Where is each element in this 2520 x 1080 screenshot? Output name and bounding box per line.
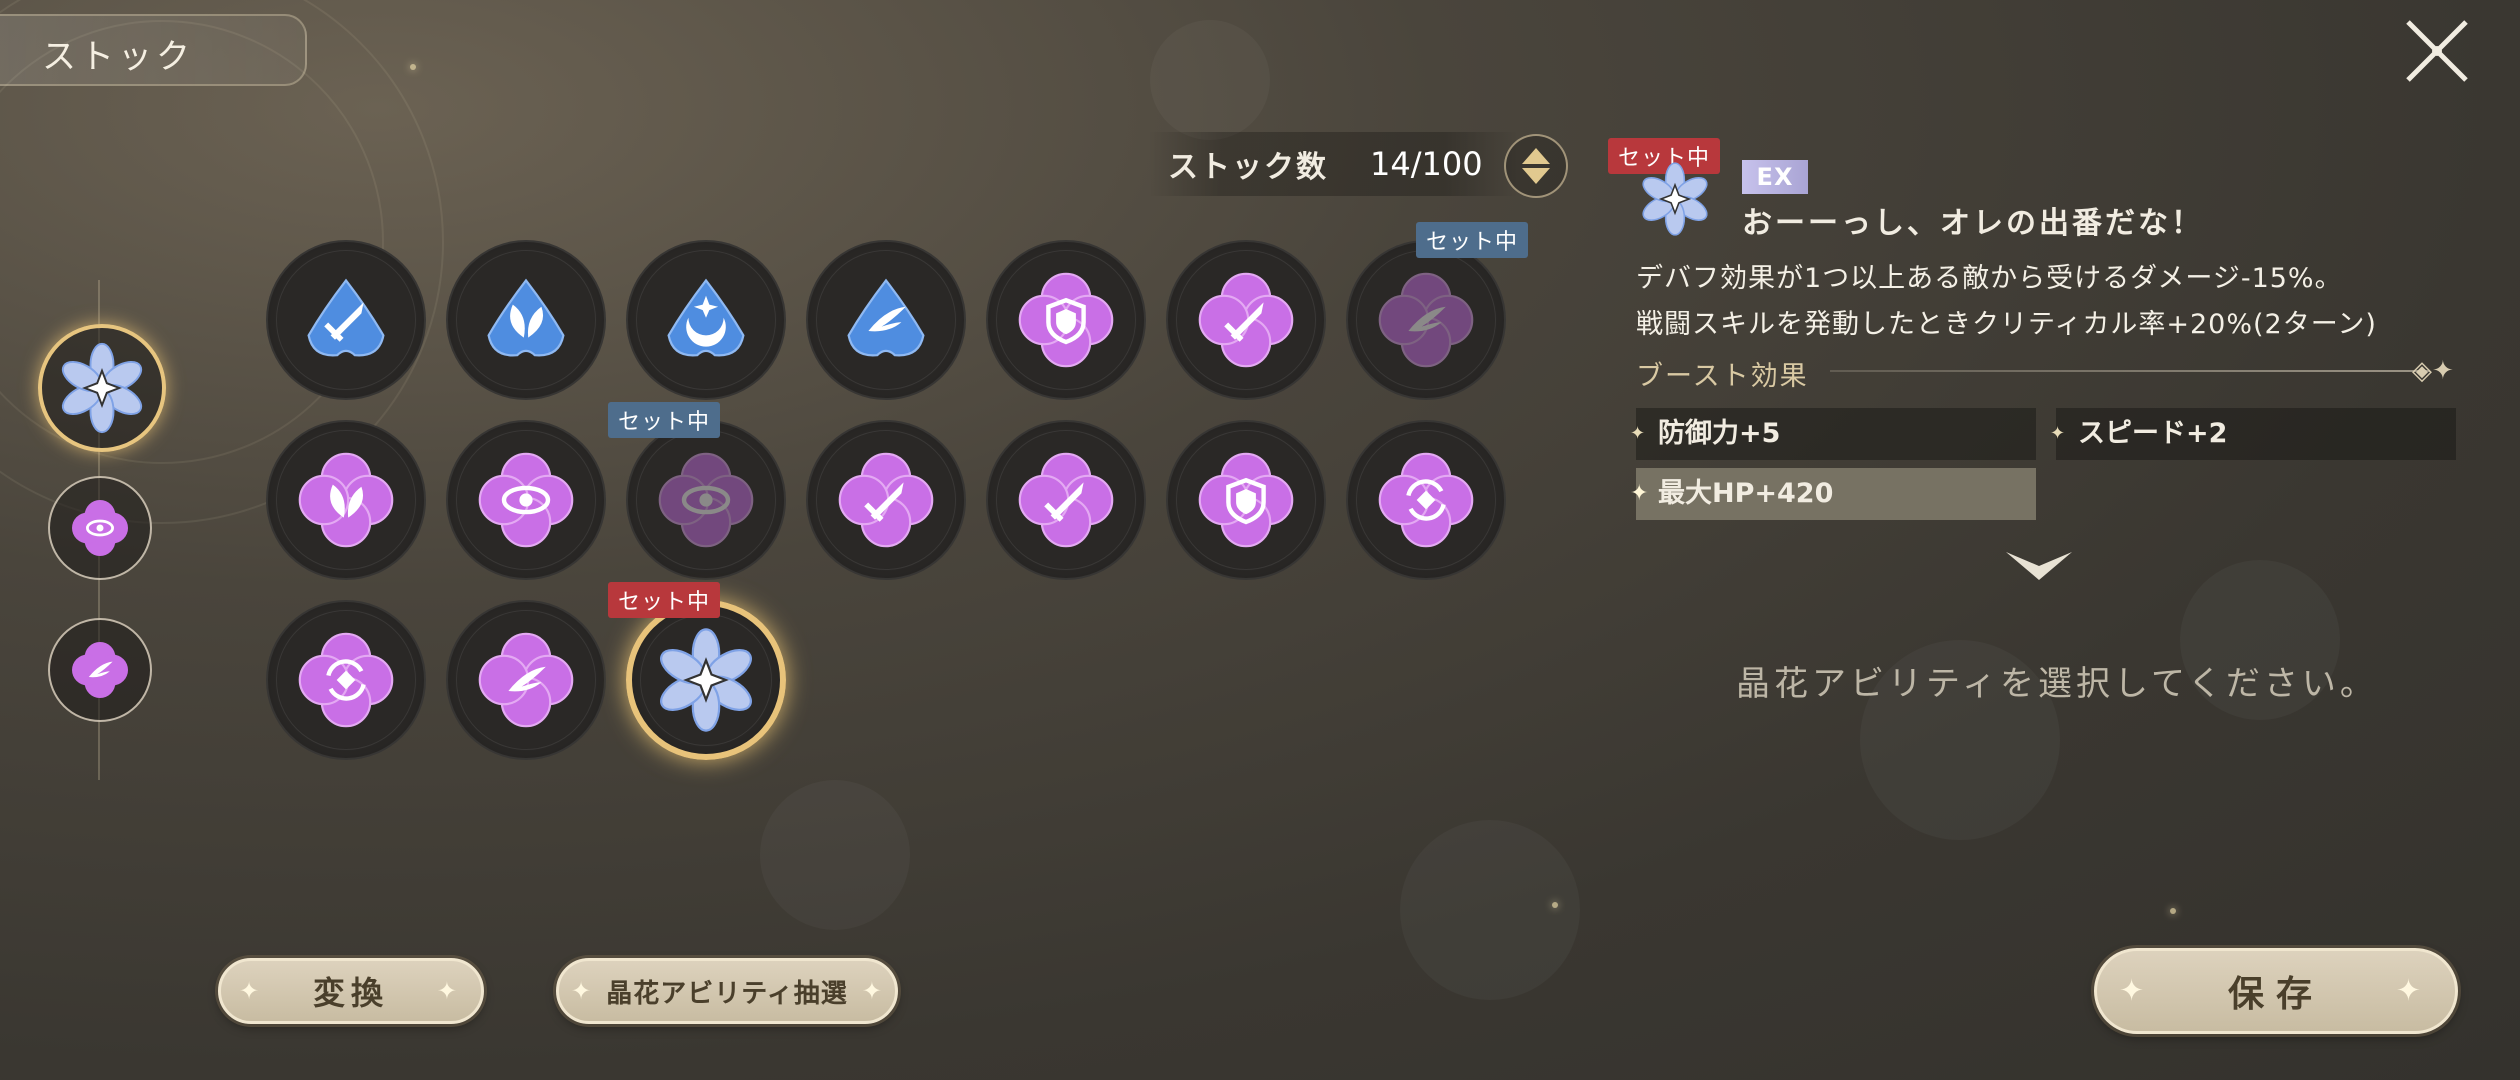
star-flower-icon (1642, 162, 1708, 236)
sparkle (410, 64, 416, 70)
select-ability-prompt: 晶花アビリティを選択してください。 (1736, 664, 2378, 704)
sparkle-icon: ✦ (239, 977, 266, 1005)
convert-button-label: 変換 (312, 974, 389, 1012)
crystal-slot[interactable] (986, 420, 1146, 580)
stock-count-label: ストック数 (1168, 150, 1328, 185)
boost-item: ✦ 防御力+5 (1630, 408, 2036, 460)
boost-label: 最大HP+420 (1658, 478, 1834, 509)
crystal-slot[interactable] (806, 240, 966, 400)
sparkle (2170, 908, 2176, 914)
close-button[interactable] (2400, 14, 2474, 88)
bokeh (1400, 820, 1580, 1000)
boost-label: スピード+2 (2078, 418, 2228, 449)
eye-icon (72, 500, 128, 556)
dagger-icon (307, 278, 385, 357)
crystal-slot[interactable] (446, 240, 606, 400)
slot-3[interactable] (48, 618, 152, 722)
dagger-icon (1198, 272, 1294, 368)
wing-icon (72, 642, 128, 698)
sparkle-icon: ✦ (2119, 973, 2157, 1009)
crystal-slot[interactable] (446, 420, 606, 580)
sparkle-icon: ✦ (2395, 973, 2433, 1009)
selected-crystal-icon (1636, 160, 1714, 238)
crystal-slot[interactable] (626, 600, 786, 760)
bokeh (1150, 20, 1270, 140)
cycle-icon (1378, 452, 1474, 548)
save-button-label: 保存 (2227, 974, 2324, 1015)
sparkle-icon: ✦ (1630, 423, 1646, 444)
ability-description-2: 戦闘スキルを発動したときクリティカル率+20%(2ターン) (1636, 309, 2377, 340)
ability-draw-button[interactable]: ✦ 晶花アビリティ抽選 ✦ (556, 958, 898, 1024)
star-flower-icon (660, 628, 752, 732)
crystal-slot[interactable] (1166, 240, 1326, 400)
dagger-icon (1018, 452, 1114, 548)
sparkle-icon: ✦ (861, 977, 883, 1005)
sparkle-icon: ✦ (571, 977, 593, 1005)
slot-2[interactable] (48, 476, 152, 580)
star-flower-icon (61, 342, 143, 434)
eye-icon (658, 452, 754, 548)
crystal-slot[interactable] (626, 240, 786, 400)
chevron-down-icon (2006, 552, 2072, 580)
bokeh (760, 780, 910, 930)
equipped-badge: セット中 (608, 582, 721, 618)
crystal-slot[interactable] (1346, 420, 1506, 580)
leaf-icon (298, 452, 394, 548)
slot-ex[interactable] (38, 324, 166, 452)
stock-count-value: 14/100 (1370, 145, 1483, 183)
divider-ornament-icon: ◈✦ (2412, 356, 2454, 386)
crystal-slot[interactable] (446, 600, 606, 760)
boost-item-highlighted: ✦ 最大HP+420 (1630, 468, 2036, 520)
sparkle (1552, 902, 1558, 908)
boost-divider (1830, 370, 2430, 372)
crystal-slot[interactable] (266, 600, 426, 760)
wing-icon (478, 632, 574, 728)
boost-title: ブースト効果 (1636, 361, 1809, 392)
ability-name: おーーっし、オレの出番だな！ (1742, 206, 2204, 241)
moon-icon (667, 278, 745, 357)
ability-draw-button-label: 晶花アビリティ抽選 (606, 978, 848, 1009)
close-icon (2406, 20, 2468, 82)
crystal-slot[interactable] (986, 240, 1146, 400)
boost-label: 防御力+5 (1658, 418, 1781, 449)
sort-order-button[interactable] (1504, 134, 1568, 198)
sparkle-icon: ✦ (2050, 423, 2066, 444)
sparkle-icon: ✦ (436, 977, 463, 1005)
equipped-badge: セット中 (1416, 222, 1529, 258)
wing-icon (847, 278, 925, 357)
convert-button[interactable]: ✦ 変換 ✦ (218, 958, 484, 1024)
crystal-slot[interactable] (266, 420, 426, 580)
save-button[interactable]: ✦ 保存 ✦ (2094, 948, 2458, 1034)
dagger-icon (838, 452, 934, 548)
wing-icon (1378, 272, 1474, 368)
sparkle-icon: ✦ (1630, 481, 1649, 506)
sort-icon (1522, 148, 1550, 184)
eye-icon (478, 452, 574, 548)
crystal-slot[interactable] (806, 420, 966, 580)
rank-tag: EX (1742, 160, 1808, 194)
ability-description-1: デバフ効果が1つ以上ある敵から受けるダメージ-15%。 (1636, 263, 2343, 294)
page-title: ストック (42, 37, 194, 77)
stock-count: ストック数 14/100 (1148, 132, 1518, 196)
equipped-badge: セット中 (608, 402, 721, 438)
crystal-slot[interactable] (1346, 240, 1506, 400)
crystal-slot[interactable] (626, 420, 786, 580)
boost-item: ✦ スピード+2 (2050, 408, 2456, 460)
shield-icon (1198, 452, 1294, 548)
crystal-slot[interactable] (1166, 420, 1326, 580)
header-tab: ストック (0, 14, 307, 86)
shield-icon (1018, 272, 1114, 368)
cycle-icon (298, 632, 394, 728)
crystal-slot[interactable] (266, 240, 426, 400)
leaf-icon (487, 278, 565, 357)
